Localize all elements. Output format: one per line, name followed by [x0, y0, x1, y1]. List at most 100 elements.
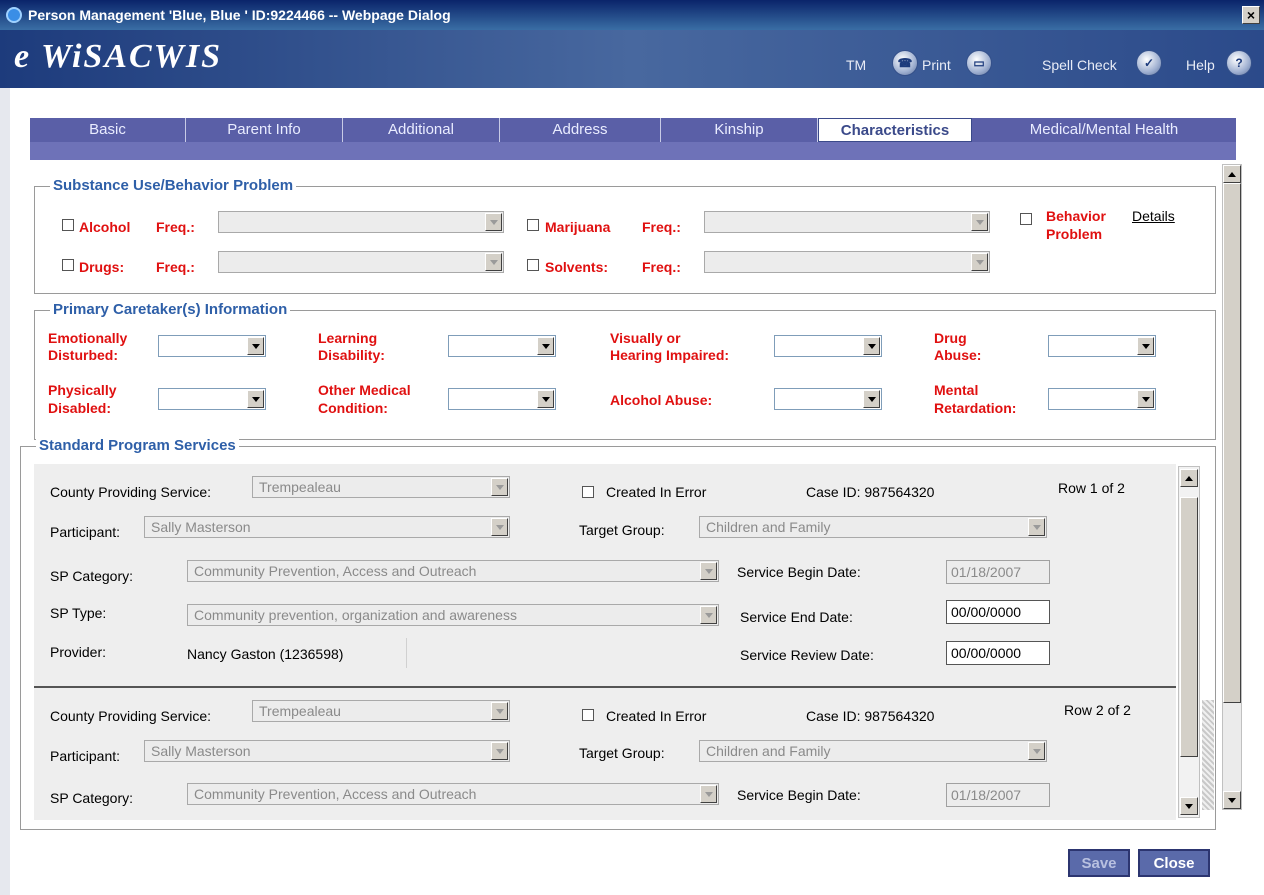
chevron-down-icon[interactable]: [1028, 518, 1045, 536]
chevron-down-icon[interactable]: [247, 337, 264, 355]
chevron-down-icon[interactable]: [700, 606, 717, 624]
tab-parent-info[interactable]: Parent Info: [186, 118, 343, 142]
chevron-down-icon[interactable]: [485, 253, 502, 271]
chevron-down-icon[interactable]: [1137, 390, 1154, 408]
visually-label-2: Hearing Impaired:: [610, 347, 730, 363]
mental-retardation-label-2: Retardation:: [934, 400, 1017, 416]
chevron-down-icon[interactable]: [491, 518, 508, 536]
target-group-select[interactable]: Children and Family: [699, 516, 1047, 538]
target-group-select[interactable]: Children and Family: [699, 740, 1047, 762]
learning-disability-select[interactable]: [448, 335, 556, 357]
chevron-down-icon[interactable]: [700, 785, 717, 803]
end-date-field[interactable]: 00/00/0000: [946, 600, 1050, 624]
chevron-down-icon[interactable]: [537, 390, 554, 408]
spell-check-link[interactable]: Spell Check: [1042, 57, 1117, 73]
drug-abuse-select[interactable]: [1048, 335, 1156, 357]
created-in-error-checkbox[interactable]: [582, 709, 594, 721]
chevron-down-icon[interactable]: [1137, 337, 1154, 355]
marijuana-label: Marijuana: [545, 219, 611, 235]
chevron-down-icon[interactable]: [491, 478, 508, 496]
county-label: County Providing Service:: [50, 708, 212, 724]
tab-basic[interactable]: Basic: [30, 118, 186, 142]
sp-category-select[interactable]: Community Prevention, Access and Outreac…: [187, 560, 719, 582]
tm-icon[interactable]: ☎: [892, 50, 918, 76]
created-in-error-checkbox[interactable]: [582, 486, 594, 498]
alcohol-freq-select[interactable]: [218, 211, 504, 233]
chevron-down-icon[interactable]: [1028, 742, 1045, 760]
tab-additional[interactable]: Additional: [343, 118, 500, 142]
tab-medical-mental-health[interactable]: Medical/Mental Health: [972, 118, 1236, 142]
county-select[interactable]: Trempealeau: [252, 700, 510, 722]
target-group-value: Children and Family: [706, 519, 831, 535]
behavior-problem-checkbox[interactable]: [1020, 213, 1032, 225]
substance-group: [34, 186, 1216, 294]
sps-scrollbar[interactable]: [1178, 466, 1200, 818]
emotionally-disturbed-select[interactable]: [158, 335, 266, 357]
chevron-down-icon[interactable]: [485, 213, 502, 231]
printer-icon[interactable]: ▭: [966, 50, 992, 76]
begin-date-field[interactable]: 01/18/2007: [946, 783, 1050, 807]
mental-retardation-select[interactable]: [1048, 388, 1156, 410]
spell-check-icon[interactable]: ✓: [1136, 50, 1162, 76]
tab-kinship[interactable]: Kinship: [661, 118, 818, 142]
left-border: [0, 88, 10, 895]
chevron-down-icon[interactable]: [700, 562, 717, 580]
chevron-down-icon[interactable]: [971, 213, 988, 231]
tab-address[interactable]: Address: [500, 118, 661, 142]
participant-select[interactable]: Sally Masterson: [144, 516, 510, 538]
chevron-down-icon[interactable]: [537, 337, 554, 355]
solvents-checkbox[interactable]: [527, 259, 539, 271]
other-medical-condition-select[interactable]: [448, 388, 556, 410]
begin-date-field[interactable]: 01/18/2007: [946, 560, 1050, 584]
scroll-track-pattern: [1202, 700, 1214, 810]
save-button[interactable]: Save: [1068, 849, 1130, 877]
row-indicator: Row 1 of 2: [1058, 480, 1125, 496]
participant-label: Participant:: [50, 524, 121, 540]
tab-characteristics[interactable]: Characteristics: [818, 118, 972, 142]
close-button[interactable]: Close: [1138, 849, 1210, 877]
county-select[interactable]: Trempealeau: [252, 476, 510, 498]
drugs-checkbox[interactable]: [62, 259, 74, 271]
chevron-down-icon[interactable]: [971, 253, 988, 271]
drugs-freq-select[interactable]: [218, 251, 504, 273]
participant-select[interactable]: Sally Masterson: [144, 740, 510, 762]
review-date-field[interactable]: 00/00/0000: [946, 641, 1050, 665]
help-icon[interactable]: ?: [1226, 50, 1252, 76]
chevron-down-icon[interactable]: [863, 390, 880, 408]
provider-label: Provider:: [50, 644, 107, 660]
scroll-down-button[interactable]: [1223, 791, 1241, 809]
help-link[interactable]: Help: [1186, 57, 1215, 73]
chevron-down-icon[interactable]: [247, 390, 264, 408]
alcohol-checkbox[interactable]: [62, 219, 74, 231]
sp-category-select[interactable]: Community Prevention, Access and Outreac…: [187, 783, 719, 805]
sps-scroll-down-button[interactable]: [1180, 797, 1198, 815]
app-logo: e WiSACWIS: [14, 38, 223, 75]
window-close-button[interactable]: ×: [1242, 6, 1260, 24]
chevron-down-icon[interactable]: [863, 337, 880, 355]
details-link[interactable]: Details: [1132, 208, 1175, 224]
solvents-freq-select[interactable]: [704, 251, 990, 273]
visually-hearing-impaired-select[interactable]: [774, 335, 882, 357]
sp-type-select[interactable]: Community prevention, organization and a…: [187, 604, 719, 626]
chevron-down-icon[interactable]: [491, 702, 508, 720]
participant-label: Participant:: [50, 748, 121, 764]
sps-scroll-thumb[interactable]: [1180, 497, 1198, 757]
mental-retardation-label-1: Mental: [934, 382, 979, 398]
substance-legend: Substance Use/Behavior Problem: [50, 177, 297, 194]
behavior-problem-label-1: Behavior: [1046, 208, 1106, 224]
sps-scroll-up-button[interactable]: [1180, 469, 1198, 487]
scroll-thumb[interactable]: [1223, 183, 1241, 703]
alcohol-abuse-select[interactable]: [774, 388, 882, 410]
tm-link[interactable]: TM: [846, 57, 866, 73]
learning-label-2: Disability:: [318, 347, 385, 363]
end-date-label: Service End Date:: [740, 609, 853, 625]
chevron-down-icon[interactable]: [491, 742, 508, 760]
physically-disabled-select[interactable]: [158, 388, 266, 410]
marijuana-checkbox[interactable]: [527, 219, 539, 231]
alcohol-freq-label: Freq.:: [156, 219, 195, 235]
main-scrollbar[interactable]: [1222, 164, 1242, 810]
scroll-up-button[interactable]: [1223, 165, 1241, 183]
print-link[interactable]: Print: [922, 57, 951, 73]
ie-icon: [6, 7, 22, 23]
marijuana-freq-select[interactable]: [704, 211, 990, 233]
